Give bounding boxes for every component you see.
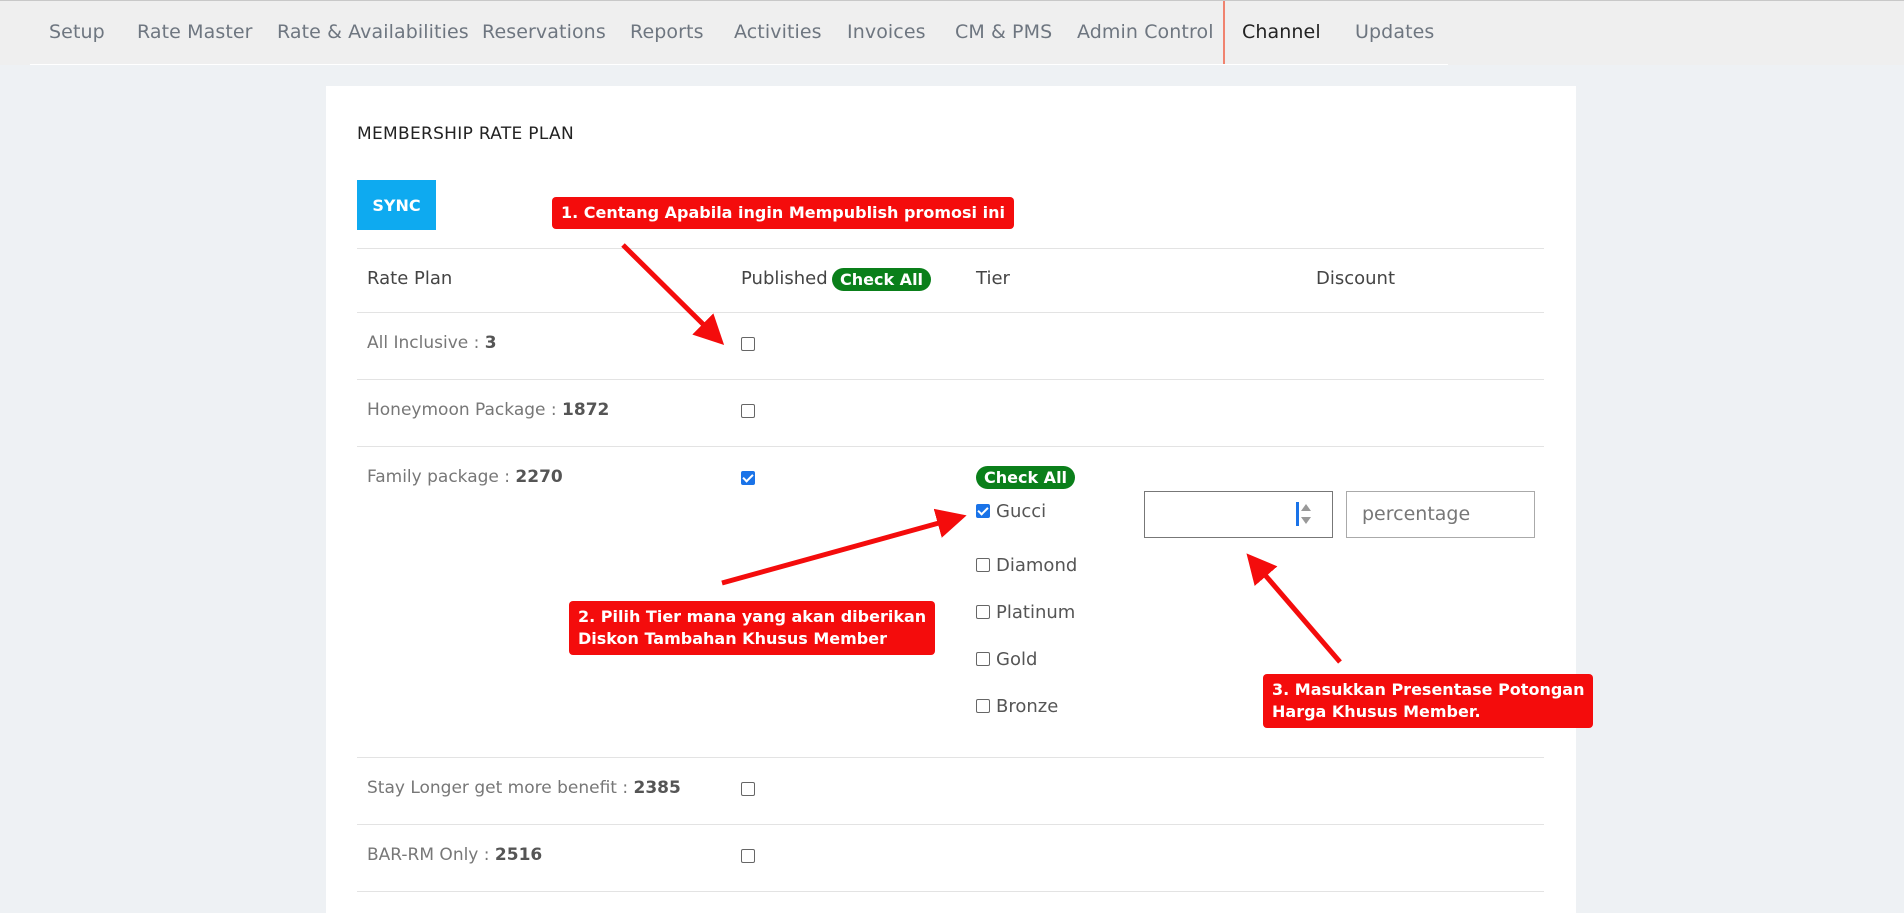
annotation-arrows	[621, 243, 1342, 664]
arrow-3	[1246, 553, 1342, 664]
arrow-2	[721, 508, 967, 586]
callout-tier: 2. Pilih Tier mana yang akan diberikan D…	[569, 601, 936, 655]
callout-publish: 1. Centang Apabila ingin Mempublish prom…	[552, 197, 1014, 229]
arrow-1	[621, 243, 725, 346]
callout-discount: 3. Masukkan Presentase Potongan Harga Kh…	[1263, 674, 1594, 728]
